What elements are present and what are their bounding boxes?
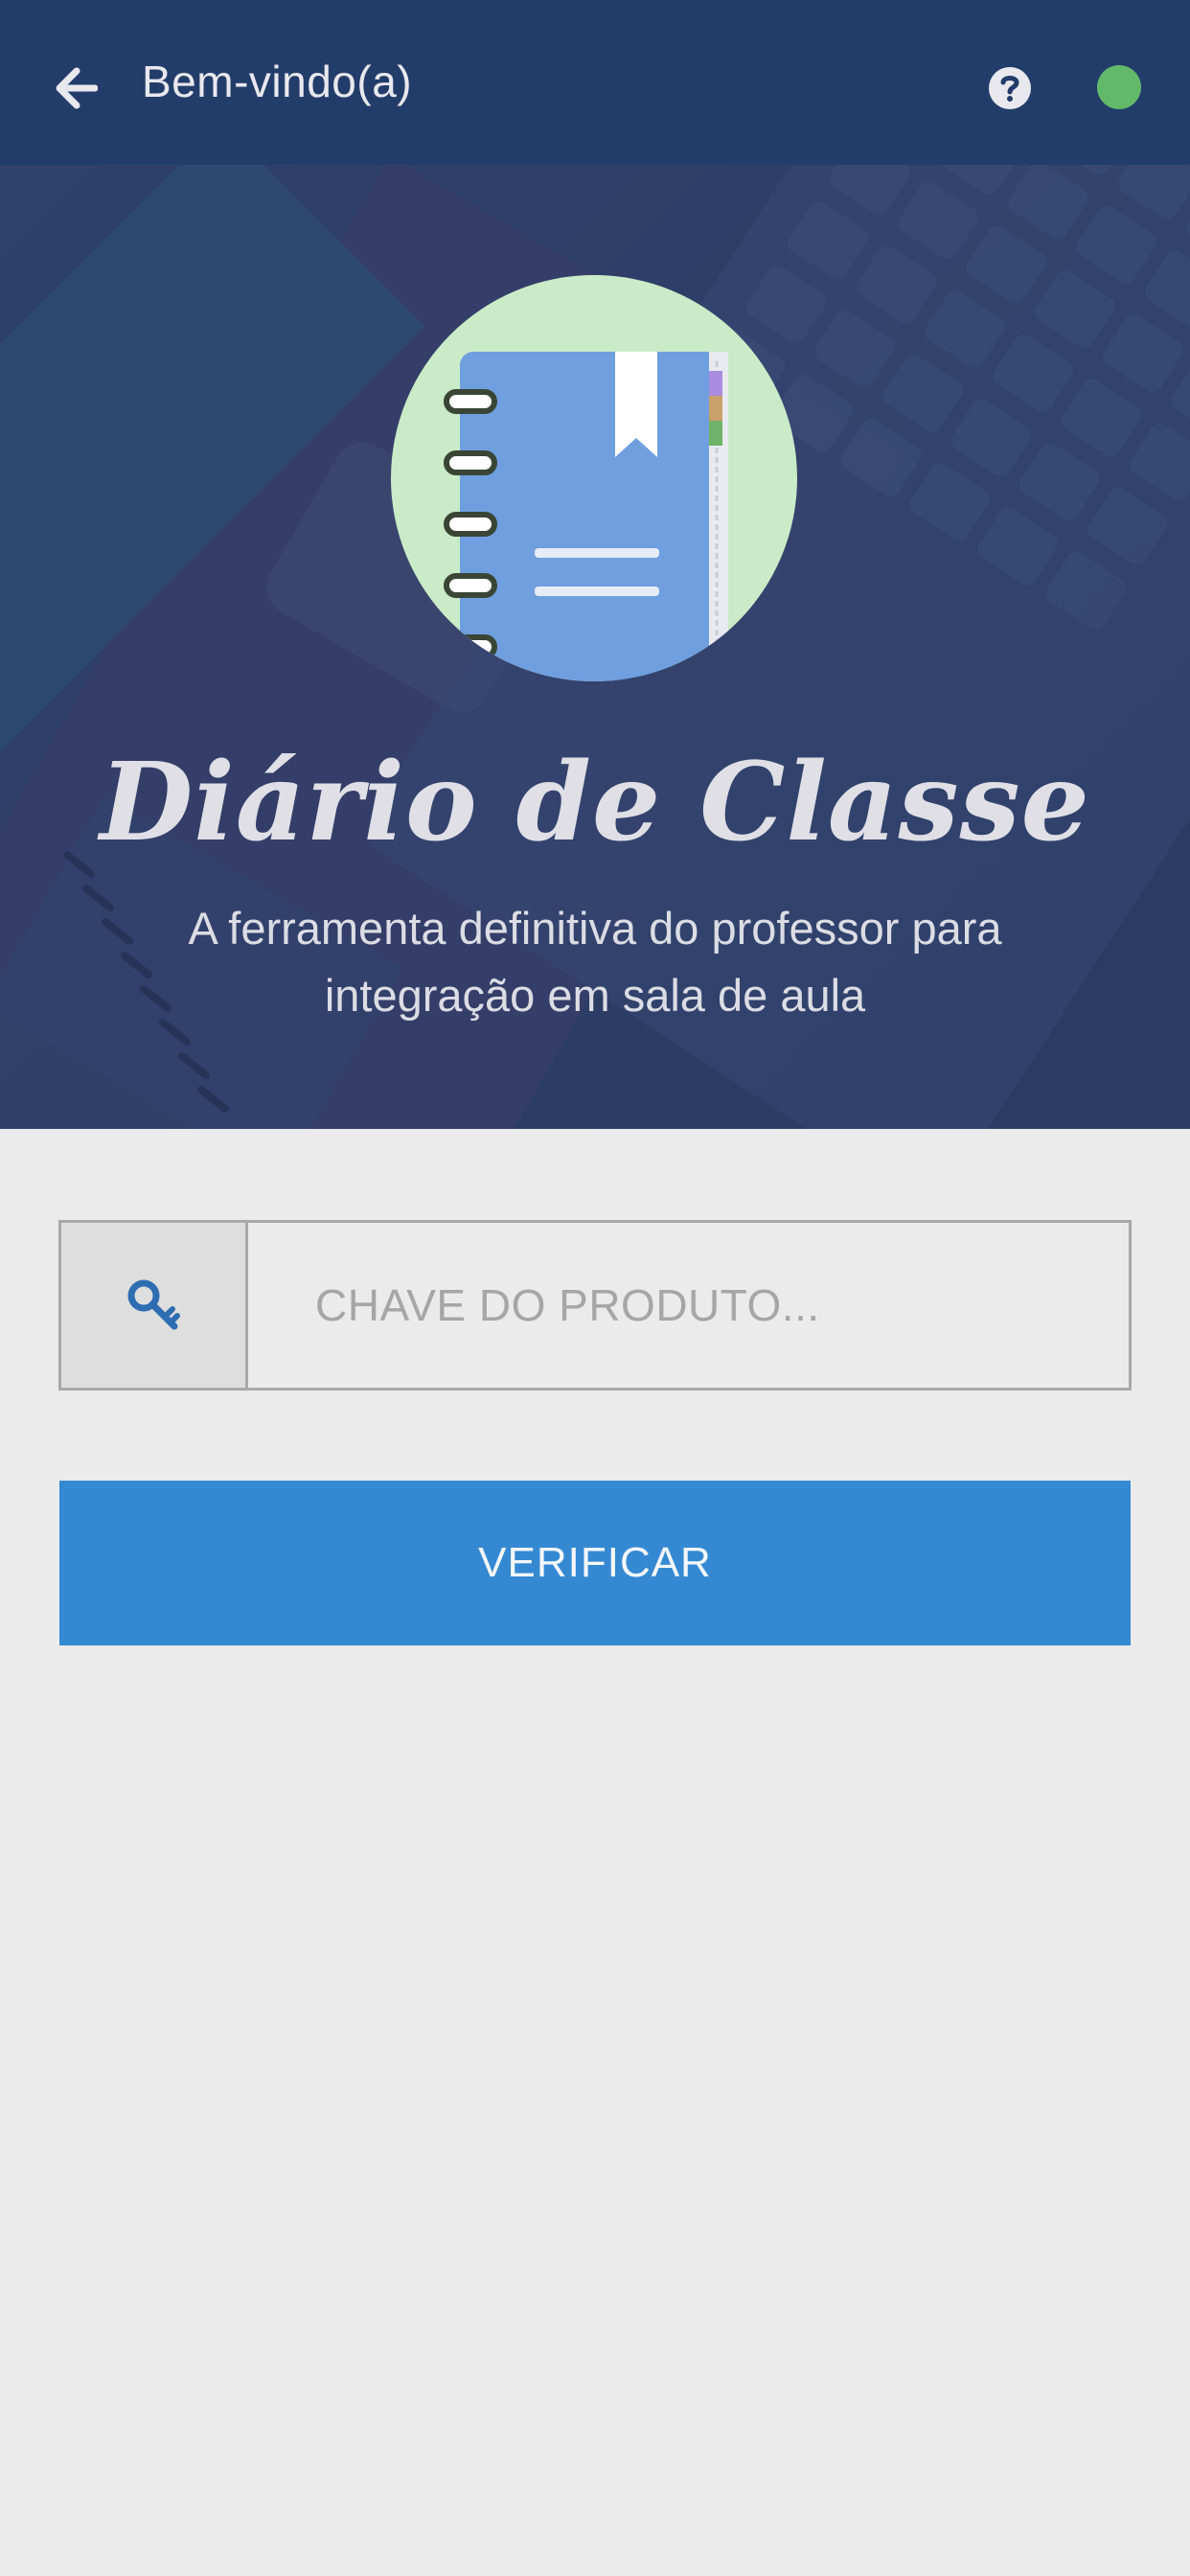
key-icon-box [61,1223,248,1388]
key-icon [127,1279,180,1330]
product-key-field [58,1220,1132,1391]
app-tagline: A ferramenta definitiva do professor par… [96,895,1094,1029]
help-button[interactable] [981,59,1039,117]
app-bar: Bem-vindo(a) [0,0,1190,165]
arrow-left-icon [56,67,98,109]
notebook-icon [444,352,728,681]
hero-banner: Diário de Classe A ferramenta definitiva… [0,165,1190,1129]
question-circle-icon [989,67,1031,109]
verify-button[interactable]: VERIFICAR [59,1481,1131,1645]
welcome-screen: Bem-vindo(a) Diário de Classe A ferramen… [0,0,1190,2576]
product-key-input[interactable] [248,1223,1129,1388]
connection-status-indicator [1097,65,1141,109]
app-logo [391,275,797,681]
tagline-line-1: A ferramenta definitiva do professor par… [188,903,1002,954]
back-button[interactable] [42,54,111,123]
page-title: Bem-vindo(a) [142,57,413,106]
tagline-line-2: integração em sala de aula [324,970,866,1021]
app-name: Diário de Classe [100,740,1090,865]
